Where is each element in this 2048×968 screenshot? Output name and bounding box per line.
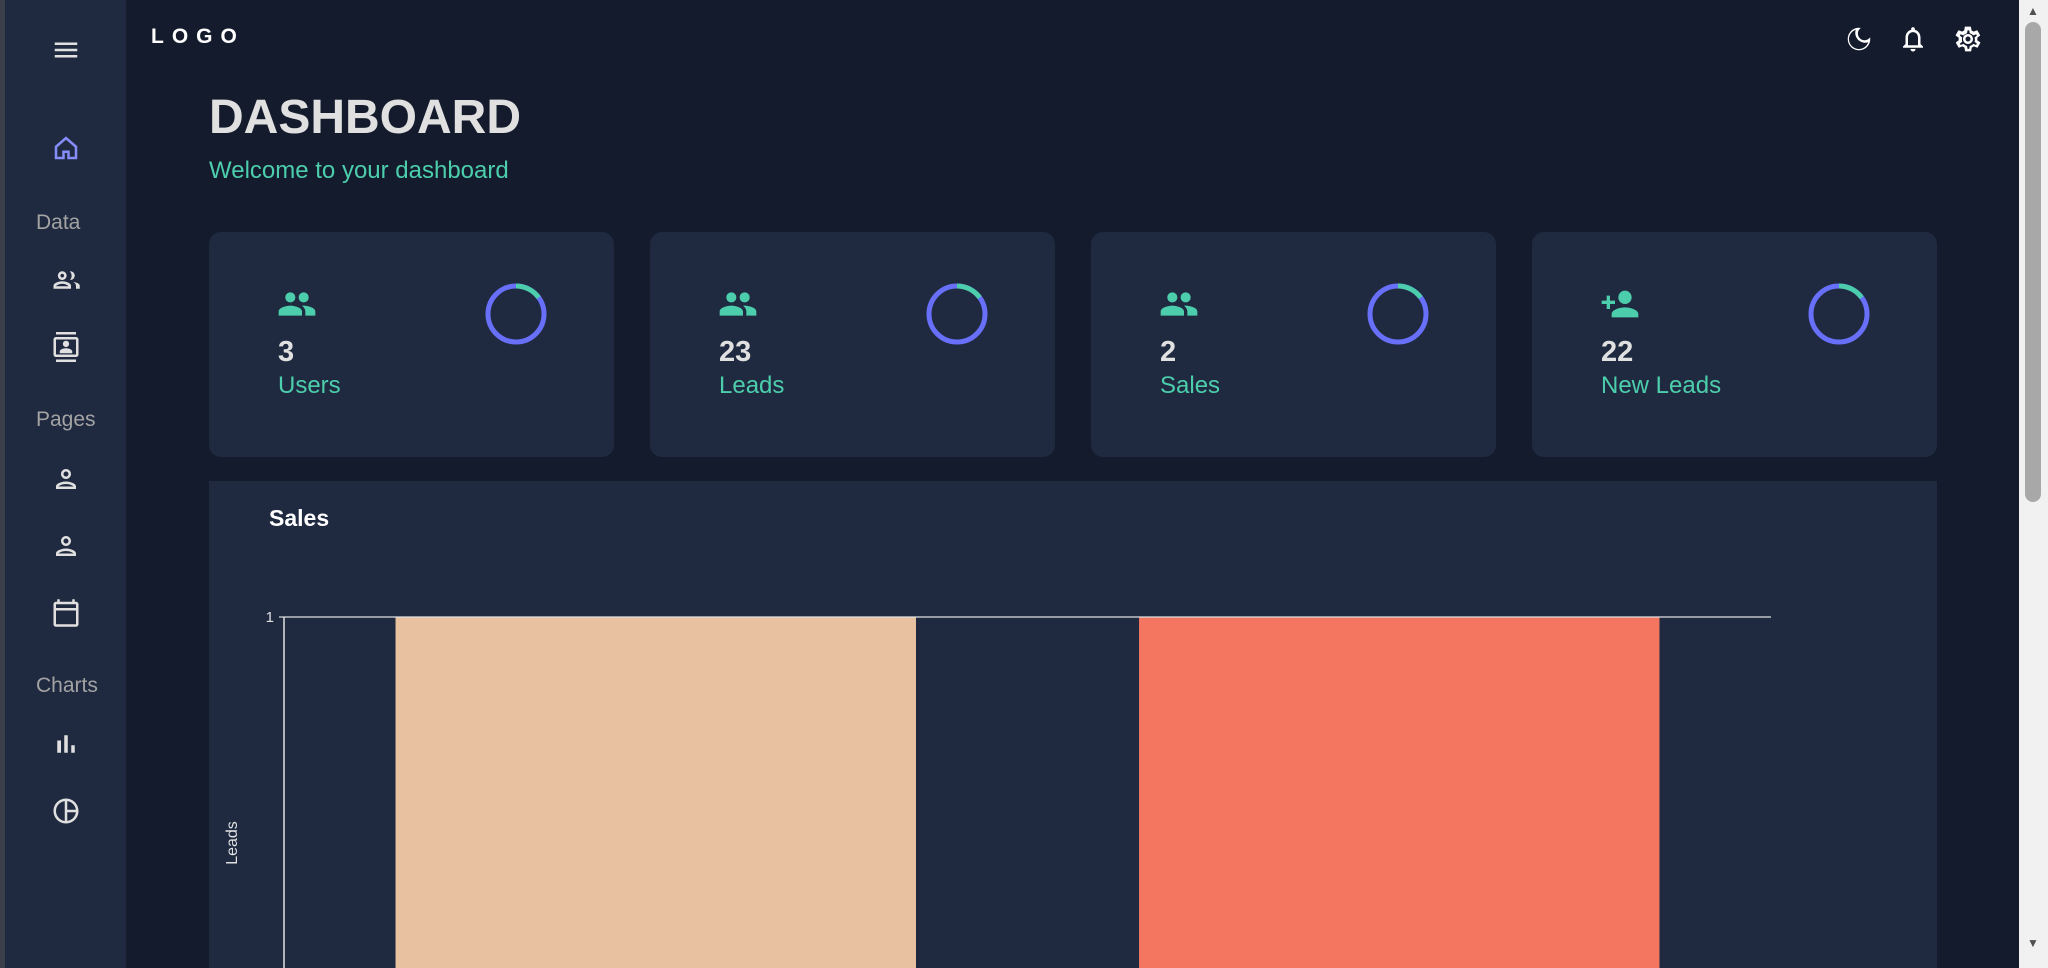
people-icon [1160, 292, 1198, 316]
stat-label: Leads [719, 372, 785, 399]
profile-icon [55, 469, 76, 489]
sidebar-item-home[interactable] [5, 126, 126, 170]
page-title: DASHBOARD [209, 91, 521, 144]
notifications-button[interactable] [1894, 20, 1932, 58]
contacts-icon [53, 332, 78, 362]
sidebar-section-charts: Charts [36, 674, 98, 697]
settings-icon [1955, 26, 1981, 52]
bar-chart: 1 Leads [224, 609, 1771, 968]
pie-chart-icon [53, 798, 78, 824]
sidebar-section-pages: Pages [36, 408, 96, 431]
stat-value: 23 [719, 336, 752, 368]
stat-card-leads: 23 Leads [650, 232, 1055, 457]
menu-toggle-button[interactable] [5, 28, 126, 72]
progress-ring [1367, 283, 1429, 345]
people-icon [278, 292, 316, 316]
stat-value: 3 [278, 336, 295, 368]
chart-bar[interactable] [395, 617, 916, 968]
sidebar-item-calendar[interactable] [5, 591, 126, 635]
page-subtitle: Welcome to your dashboard [209, 157, 509, 184]
scrollbar-thumb[interactable] [2025, 22, 2041, 502]
notifications-icon [1903, 27, 1923, 52]
y-axis-label: Leads [224, 821, 241, 865]
stat-value: 22 [1601, 336, 1634, 368]
logo: LOGO [151, 25, 245, 48]
progress-ring [926, 283, 988, 345]
people-icon [719, 292, 757, 316]
calendar-icon [53, 599, 78, 627]
stat-label: New Leads [1601, 372, 1722, 399]
home-icon [54, 136, 77, 160]
settings-button[interactable] [1949, 20, 1987, 58]
chart-bar[interactable] [1139, 617, 1660, 968]
bar-chart-icon [56, 735, 75, 753]
sidebar-item-team[interactable] [5, 258, 126, 302]
stat-card-users: 3 Users [209, 232, 614, 457]
menu-icon [54, 42, 77, 58]
stat-label: Sales [1160, 372, 1221, 399]
scroll-up-arrow[interactable]: ▲ [2024, 2, 2042, 20]
progress-ring [1808, 283, 1870, 345]
team-icon [53, 271, 80, 289]
sidebar-item-profile[interactable] [5, 524, 126, 568]
dark-mode-toggle-button[interactable] [1840, 20, 1878, 58]
sidebar-item-pie-chart[interactable] [5, 789, 126, 833]
sidebar-item-bar-chart[interactable] [5, 722, 126, 766]
sales-chart-panel: Sales 1 Leads [209, 481, 1937, 968]
sidebar: Data Pages Charts [0, 0, 126, 968]
stat-card-sales: 2 Sales [1091, 232, 1496, 457]
dark-mode-icon [1847, 27, 1871, 51]
progress-ring [485, 283, 547, 345]
stat-value: 2 [1160, 336, 1177, 368]
stat-label: Users [278, 372, 341, 399]
sidebar-section-data: Data [36, 211, 81, 234]
profile-icon [55, 536, 76, 556]
y-tick-label: 1 [266, 609, 274, 626]
sidebar-item-profile-form[interactable] [5, 457, 126, 501]
stat-card-new-leads: 22 New Leads [1532, 232, 1937, 457]
person-add-icon [1601, 290, 1639, 318]
scroll-down-arrow[interactable]: ▼ [2024, 934, 2042, 952]
sidebar-item-contacts[interactable] [5, 325, 126, 369]
